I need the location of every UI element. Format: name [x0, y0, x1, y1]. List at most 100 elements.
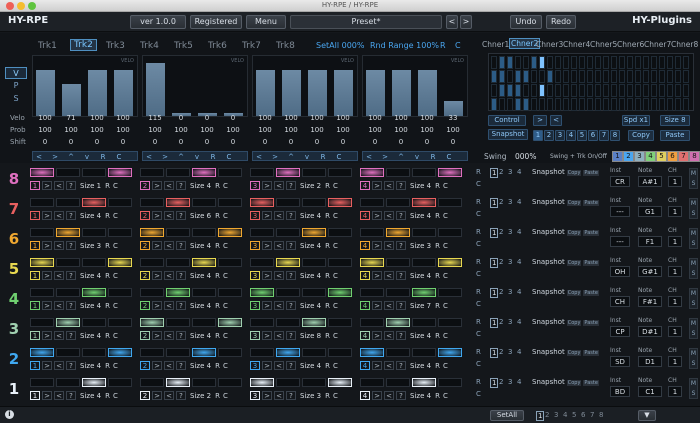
- segment-random-button[interactable]: ?: [66, 241, 76, 250]
- segment-number[interactable]: 1: [30, 361, 40, 370]
- segment-c[interactable]: C: [333, 212, 338, 220]
- step-cell[interactable]: [302, 318, 326, 327]
- row-random-button[interactable]: R: [476, 378, 481, 386]
- segment-number[interactable]: 4: [360, 301, 370, 310]
- prob-value[interactable]: 100: [416, 126, 438, 134]
- mute-solo-button[interactable]: MS: [689, 228, 698, 249]
- segment-c[interactable]: C: [113, 392, 118, 400]
- inst-value[interactable]: ---: [610, 206, 630, 217]
- segment-r[interactable]: R: [105, 182, 110, 190]
- step-cell[interactable]: [412, 198, 436, 207]
- shift-value[interactable]: 0: [280, 138, 302, 146]
- matrix-cell[interactable]: [547, 98, 553, 111]
- arrow-4[interactable]: R: [317, 153, 329, 162]
- segment-forward-button[interactable]: >: [42, 361, 52, 370]
- swing-toggle-5[interactable]: 5: [656, 151, 667, 162]
- menu-button[interactable]: Menu: [246, 15, 286, 29]
- segment-c[interactable]: C: [443, 302, 448, 310]
- matrix-cell[interactable]: [515, 84, 521, 97]
- step-cell[interactable]: [30, 198, 54, 207]
- segment-random-button[interactable]: ?: [286, 181, 296, 190]
- segment-size[interactable]: Size 4: [300, 212, 321, 220]
- note-value[interactable]: F#1: [638, 296, 662, 307]
- segment-back-button[interactable]: <: [164, 211, 174, 220]
- matrix-cell[interactable]: [499, 70, 505, 83]
- segment-size[interactable]: Size 4: [190, 362, 211, 370]
- segment-random-button[interactable]: ?: [396, 361, 406, 370]
- matrix-cell[interactable]: [555, 84, 561, 97]
- velo-value[interactable]: 71: [60, 114, 82, 122]
- segment-number[interactable]: 1: [30, 241, 40, 250]
- matrix-cell[interactable]: [539, 70, 545, 83]
- velocity-bar[interactable]: [366, 70, 385, 116]
- segment-c[interactable]: C: [113, 362, 118, 370]
- mute-solo-button[interactable]: MS: [689, 288, 698, 309]
- row-clear-button[interactable]: C: [476, 270, 481, 278]
- step-cell[interactable]: [30, 228, 54, 237]
- matrix-cell[interactable]: [547, 84, 553, 97]
- row-page-3[interactable]: 3: [508, 198, 512, 206]
- step-cell[interactable]: [56, 378, 80, 387]
- page-4[interactable]: 4: [563, 411, 567, 419]
- segment-c[interactable]: C: [223, 272, 228, 280]
- velo-value[interactable]: 100: [112, 114, 134, 122]
- matrix-cell[interactable]: [587, 70, 593, 83]
- matrix-cell[interactable]: [587, 84, 593, 97]
- step-cell[interactable]: [386, 258, 410, 267]
- segment-number[interactable]: 3: [250, 391, 260, 400]
- prob-value[interactable]: 100: [86, 126, 108, 134]
- segment-forward-button[interactable]: >: [152, 211, 162, 220]
- segment-size[interactable]: Size 4: [80, 332, 101, 340]
- segment-size[interactable]: Size 4: [410, 272, 431, 280]
- segment-c[interactable]: C: [443, 332, 448, 340]
- swing-toggle-1[interactable]: 1: [612, 151, 623, 162]
- row-page-4[interactable]: 4: [517, 198, 521, 206]
- matrix-cell[interactable]: [571, 70, 577, 83]
- step-cell[interactable]: [166, 228, 190, 237]
- velo-value[interactable]: 100: [332, 114, 354, 122]
- segment-forward-button[interactable]: >: [372, 301, 382, 310]
- segment-forward-button[interactable]: >: [262, 301, 272, 310]
- row-clear-button[interactable]: C: [476, 210, 481, 218]
- chaser-matrix[interactable]: [488, 53, 694, 111]
- step-cell[interactable]: [360, 168, 384, 177]
- step-cell[interactable]: [108, 228, 132, 237]
- arrow-5[interactable]: C: [113, 153, 125, 162]
- segment-random-button[interactable]: ?: [396, 331, 406, 340]
- segment-r[interactable]: R: [215, 392, 220, 400]
- segment-back-button[interactable]: <: [384, 211, 394, 220]
- velo-value[interactable]: 0: [222, 114, 244, 122]
- segment-number[interactable]: 4: [360, 391, 370, 400]
- segment-random-button[interactable]: ?: [66, 181, 76, 190]
- note-value[interactable]: D1: [638, 356, 662, 367]
- channel-value[interactable]: 1: [668, 266, 682, 277]
- matrix-cell[interactable]: [595, 70, 601, 83]
- segment-forward-button[interactable]: >: [372, 361, 382, 370]
- step-cell[interactable]: [328, 258, 352, 267]
- arrow-5[interactable]: C: [223, 153, 235, 162]
- step-cell[interactable]: [140, 168, 164, 177]
- segment-number[interactable]: 4: [360, 181, 370, 190]
- segment-r[interactable]: R: [435, 302, 440, 310]
- segment-back-button[interactable]: <: [54, 361, 64, 370]
- step-cell[interactable]: [438, 228, 462, 237]
- arrow-3[interactable]: v: [411, 153, 423, 162]
- row-clear-button[interactable]: C: [476, 360, 481, 368]
- shift-value[interactable]: 0: [34, 138, 56, 146]
- velo-value[interactable]: 33: [442, 114, 464, 122]
- prob-value[interactable]: 100: [170, 126, 192, 134]
- segment-back-button[interactable]: <: [274, 211, 284, 220]
- step-cell[interactable]: [218, 258, 242, 267]
- segment-size[interactable]: Size 4: [80, 302, 101, 310]
- matrix-cell[interactable]: [643, 98, 649, 111]
- mute-solo-button[interactable]: MS: [689, 378, 698, 399]
- step-cell[interactable]: [30, 168, 54, 177]
- segment-number[interactable]: 4: [360, 271, 370, 280]
- segment-random-button[interactable]: ?: [286, 391, 296, 400]
- matrix-cell[interactable]: [651, 98, 657, 111]
- step-cell[interactable]: [438, 258, 462, 267]
- shift-value[interactable]: 0: [390, 138, 412, 146]
- speed-select[interactable]: Spd x1: [622, 115, 650, 126]
- velocity-bar[interactable]: [146, 63, 165, 116]
- step-cell[interactable]: [166, 168, 190, 177]
